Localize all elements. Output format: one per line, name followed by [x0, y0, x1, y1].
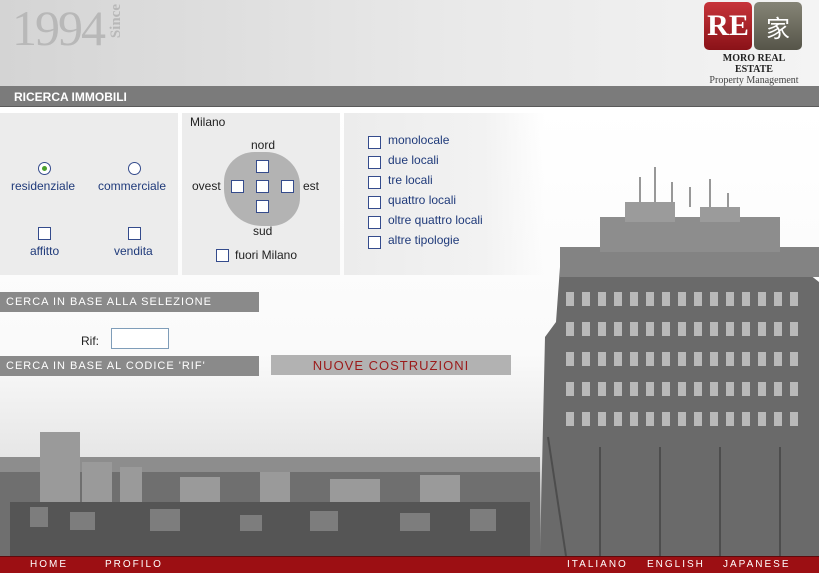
- checkbox-monolocale[interactable]: [368, 136, 381, 149]
- logo-re-tile: RE: [704, 2, 752, 50]
- label-altre-tipologie: altre tipologie: [388, 233, 460, 247]
- checkbox-quattro-locali[interactable]: [368, 196, 381, 209]
- checkbox-fuori-milano[interactable]: [216, 249, 229, 262]
- lang-japanese[interactable]: Japanese: [723, 559, 791, 570]
- label-quattro-locali: quattro locali: [388, 193, 457, 207]
- checkbox-sud[interactable]: [256, 200, 269, 213]
- checkbox-nord[interactable]: [256, 160, 269, 173]
- label-oltre-quattro-locali: oltre quattro locali: [388, 213, 483, 227]
- checkbox-altre-tipologie[interactable]: [368, 236, 381, 249]
- label-fuori-milano: fuori Milano: [235, 248, 298, 262]
- rif-label: Rif:: [81, 334, 99, 348]
- lang-italiano[interactable]: Italiano: [567, 559, 628, 570]
- section-title-bar: RICERCA IMMOBILI: [0, 86, 819, 107]
- since-year: 1994: [12, 0, 106, 56]
- brand-name: MORO REAL ESTATE: [722, 53, 786, 75]
- footer-nav: Home Profilo Italiano English Japanese: [0, 556, 819, 573]
- lang-english[interactable]: English: [647, 559, 705, 570]
- checkbox-affitto[interactable]: [38, 227, 51, 240]
- label-due-locali: due locali: [388, 153, 439, 167]
- checkbox-ovest[interactable]: [231, 180, 244, 193]
- header: 1994 Since RE 家 MORO REAL ESTATE Propert…: [0, 0, 819, 86]
- logo-kanji-tile: 家: [754, 2, 802, 50]
- search-code-button[interactable]: Cerca in base al codice 'Rif': [0, 356, 259, 376]
- checkbox-tre-locali[interactable]: [368, 176, 381, 189]
- nav-profilo[interactable]: Profilo: [105, 559, 163, 570]
- company-logo[interactable]: RE 家 MORO REAL ESTATE Property Managemen…: [704, 2, 804, 86]
- label-nord: nord: [251, 138, 276, 152]
- new-constructions-button[interactable]: Nuove Costruzioni: [271, 355, 511, 375]
- since-word: Since: [108, 4, 124, 39]
- brand-subtitle: Property Management: [709, 75, 799, 86]
- label-sud: sud: [253, 224, 273, 238]
- label-affitto: affitto: [30, 244, 60, 258]
- radio-commerciale[interactable]: [128, 162, 141, 175]
- section-title: RICERCA IMMOBILI: [14, 90, 127, 104]
- checkbox-due-locali[interactable]: [368, 156, 381, 169]
- label-est: est: [303, 179, 320, 193]
- checkbox-centro[interactable]: [256, 180, 269, 193]
- label-ovest: ovest: [192, 179, 221, 193]
- label-vendita: vendita: [114, 244, 153, 258]
- label-residenziale: residenziale: [11, 179, 76, 193]
- nav-home[interactable]: Home: [30, 559, 68, 570]
- checkbox-est[interactable]: [281, 180, 294, 193]
- rif-input[interactable]: [111, 328, 169, 349]
- label-commerciale: commerciale: [98, 179, 167, 193]
- city-label: Milano: [190, 115, 226, 129]
- search-selection-button[interactable]: Cerca in base alla selezione: [0, 292, 259, 312]
- since-1994-logo: 1994 Since: [12, 0, 125, 56]
- radio-residenziale[interactable]: [38, 162, 51, 175]
- checkbox-vendita[interactable]: [128, 227, 141, 240]
- checkbox-oltre-quattro-locali[interactable]: [368, 216, 381, 229]
- label-monolocale: monolocale: [388, 133, 450, 147]
- label-tre-locali: tre locali: [388, 173, 433, 187]
